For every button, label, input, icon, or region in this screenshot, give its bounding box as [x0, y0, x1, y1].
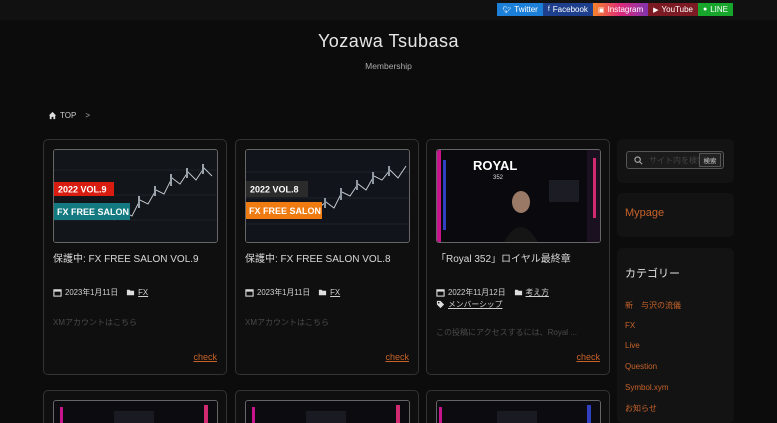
post-date: 2023年1月11日: [257, 288, 311, 297]
calendar-icon: [436, 289, 445, 297]
folder-icon: [127, 289, 135, 296]
search-box: サイト内を検索 検索: [626, 151, 724, 169]
check-link[interactable]: check: [193, 352, 217, 362]
youtube-icon: ▶: [653, 6, 659, 14]
sns-links: 🐦︎ Twitter f Facebook ▣ Instagram ▶ YouTube …: [497, 3, 733, 16]
category-link[interactable]: お知らせ: [625, 403, 681, 423]
twitter-link[interactable]: 🐦︎ Twitter: [497, 3, 543, 16]
categories-widget: カテゴリー 新 与沢の流儀 FX Live Question Symbol.xy…: [617, 248, 734, 423]
search-icon: [634, 155, 643, 164]
calendar-icon: [53, 289, 62, 297]
post-date: 2023年1月11日: [65, 288, 119, 297]
mypage-widget: Mypage: [617, 193, 734, 237]
site-title[interactable]: Yozawa Tsubasa: [0, 31, 777, 52]
mypage-link[interactable]: Mypage: [625, 207, 664, 219]
instagram-icon: ▣: [597, 6, 605, 14]
facebook-link[interactable]: f Facebook: [542, 3, 593, 16]
categories-title: カテゴリー: [625, 268, 680, 280]
post-meta: 2023年1月11日 FX: [53, 287, 148, 298]
search-button[interactable]: 検索: [699, 153, 721, 167]
category-link[interactable]: FX: [625, 321, 681, 342]
breadcrumb-top-link[interactable]: TOP: [60, 111, 76, 120]
check-link[interactable]: check: [576, 352, 600, 362]
folder-icon: [514, 289, 522, 296]
post-category-link[interactable]: FX: [330, 288, 340, 297]
thumb-number: 352: [493, 175, 504, 181]
breadcrumb: TOP >: [48, 111, 90, 120]
post-thumbnail[interactable]: ROYAL 352: [436, 149, 601, 243]
categories-list: 新 与沢の流儀 FX Live Question Symbol.xym お知らせ: [625, 300, 681, 423]
post-tag-link[interactable]: メンバーシップ: [448, 299, 502, 310]
post-card[interactable]: [43, 390, 227, 423]
post-excerpt: この投稿にアクセスするには、Royal ...: [436, 328, 577, 337]
search-widget: サイト内を検索 検索: [617, 139, 734, 183]
post-thumbnail[interactable]: 2022 VOL.8 FX FREE SALON: [245, 149, 410, 243]
calendar-icon: [245, 289, 254, 297]
post-date: 2022年11月12日: [448, 288, 506, 297]
post-card[interactable]: 2022 VOL.8 FX FREE SALON 保護中: FX FREE SA…: [235, 139, 419, 375]
search-input[interactable]: サイト内を検索: [649, 155, 699, 166]
line-link[interactable]: ● LINE: [697, 3, 733, 16]
post-thumbnail[interactable]: [53, 400, 218, 423]
thumb-title: ROYAL: [473, 158, 517, 173]
line-icon: ●: [702, 6, 708, 13]
post-tags: メンバーシップ: [436, 299, 502, 310]
twitter-icon: 🐦︎: [502, 6, 512, 14]
post-card[interactable]: [426, 390, 610, 423]
check-link[interactable]: check: [385, 352, 409, 362]
thumb-salon: FX FREE SALON: [57, 207, 129, 217]
category-link[interactable]: Question: [625, 362, 681, 383]
post-meta: 2022年11月12日 考え方: [436, 287, 549, 298]
post-card[interactable]: 2022 VOL.9 FX FREE SALON 保護中: FX FREE SA…: [43, 139, 227, 375]
post-thumbnail[interactable]: 2022 VOL.9 FX FREE SALON: [53, 149, 218, 243]
category-link[interactable]: 新 与沢の流儀: [625, 300, 681, 321]
post-category-link[interactable]: FX: [138, 288, 148, 297]
instagram-link[interactable]: ▣ Instagram: [592, 3, 649, 16]
post-title[interactable]: 保護中: FX FREE SALON VOL.9: [53, 253, 221, 267]
thumb-badge: 2022 VOL.9: [58, 185, 107, 195]
breadcrumb-separator: >: [85, 111, 90, 120]
post-thumbnail[interactable]: [436, 400, 601, 423]
category-link[interactable]: Live: [625, 341, 681, 362]
thumb-salon: FX FREE SALON: [249, 206, 321, 216]
post-title[interactable]: 保護中: FX FREE SALON VOL.8: [245, 253, 413, 267]
category-link[interactable]: Symbol.xym: [625, 383, 681, 404]
youtube-link[interactable]: ▶ YouTube: [648, 3, 698, 16]
post-card[interactable]: ROYAL 352 「Royal 352」ロイヤル最終章 2022年11月12日…: [426, 139, 610, 375]
folder-icon: [319, 289, 327, 296]
facebook-icon: f: [547, 6, 550, 13]
thumb-badge: 2022 VOL.8: [250, 185, 299, 195]
post-title[interactable]: 「Royal 352」ロイヤル最終章: [436, 253, 604, 267]
post-meta: 2023年1月11日 FX: [245, 287, 340, 298]
post-excerpt: XMアカウントはこちら: [245, 318, 329, 327]
site-subtitle: Membership: [365, 61, 412, 71]
post-excerpt: XMアカウントはこちら: [53, 318, 137, 327]
top-bar: 🐦︎ Twitter f Facebook ▣ Instagram ▶ YouTube …: [0, 0, 777, 20]
tag-icon: [436, 300, 445, 309]
post-category-link[interactable]: 考え方: [526, 287, 549, 298]
home-icon: [48, 111, 57, 120]
post-card[interactable]: [235, 390, 419, 423]
post-thumbnail[interactable]: [245, 400, 410, 423]
